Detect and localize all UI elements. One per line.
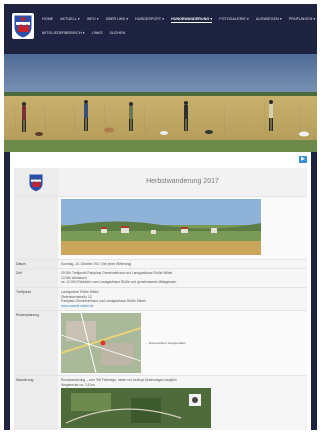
event-details-table: Herbstwanderung 2017 Datum Sonntag, 15. …: [14, 168, 307, 430]
treffpunkt-row: Treffpunkt Landgasthof Rößle Wildel Diet…: [14, 287, 307, 312]
nav-item-info[interactable]: INFO ▾: [87, 17, 99, 23]
nav-item-home[interactable]: HOME: [42, 17, 53, 23]
zeit-row: Zeit 09:30h Treffpunkt Parkplatz Gemeind…: [14, 269, 307, 288]
route-map-image[interactable]: [61, 313, 141, 374]
club-logo[interactable]: [12, 13, 34, 39]
zeit-value: 09:30h Treffpunkt Parkplatz Gemeindehaus…: [58, 269, 307, 287]
wanderung-label: Wanderung: [14, 376, 58, 430]
hiking-route-satellite-image: [61, 387, 211, 428]
nav-item-fotogalerie[interactable]: FOTOGALERIE ▾: [219, 17, 249, 23]
hero-banner-image: [4, 54, 317, 152]
nav-item-aktuell[interactable]: AKTUELL ▾: [60, 17, 80, 23]
routenplanung-label: Routenplanung: [14, 311, 58, 376]
nav-item-hundesport[interactable]: HUNDESPORT ▾: [135, 17, 164, 23]
title-row: Herbstwanderung 2017: [14, 168, 307, 197]
treffpunkt-value: Landgasthof Rößle Wildel Dietenbachstraß…: [58, 287, 307, 311]
wanderung-value: Rundwanderung – zum Teil Feldwege, daher…: [58, 376, 307, 430]
main-navigation: HOME AKTUELL ▾ INFO ▾ ÜBER UNS ▾ HUNDESP…: [4, 4, 317, 54]
nav-item-links[interactable]: LINKS: [92, 31, 103, 35]
routenplaner-note[interactable]: ← Routenplaner Google-Maps: [145, 341, 186, 346]
nav-item-mitgliederbereich[interactable]: MITGLIEDERBEREICH ▾: [42, 31, 85, 35]
content-panel: ▶ Herbstwanderung 2017 Datum Sonntag, 15…: [10, 152, 311, 430]
restaurant-link[interactable]: www.roessle-wildel.de: [61, 304, 304, 309]
datum-value: Sonntag, 15. Oktober 2017 (bei jeder Wit…: [58, 259, 307, 269]
nav-item-pruefungen[interactable]: PRÜFUNGEN ▾: [289, 17, 316, 23]
treffpunkt-label: Treffpunkt: [14, 287, 58, 311]
page-title: Herbstwanderung 2017: [58, 168, 307, 196]
browser-frame: HOME AKTUELL ▾ INFO ▾ ÜBER UNS ▾ HUNDESP…: [4, 4, 317, 430]
play-icon[interactable]: ▶: [299, 156, 307, 163]
logo-cell: [14, 168, 58, 196]
photo-row: [14, 197, 307, 260]
event-photo-cell: [58, 197, 307, 259]
datum-row: Datum Sonntag, 15. Oktober 2017 (bei jed…: [14, 259, 307, 270]
nav-item-auswiegen[interactable]: AUSWIEGEN ▾: [256, 17, 282, 23]
nav-item-hundewanderung[interactable]: HUNDEWANDERUNG ▾: [171, 17, 213, 23]
zeit-label: Zeit: [14, 269, 58, 287]
routenplanung-value: ← Routenplaner Google-Maps: [58, 311, 307, 376]
club-emblem-icon: [29, 174, 43, 191]
village-panorama-image: [61, 199, 261, 255]
wanderung-row: Wanderung Rundwanderung – zum Teil Feldw…: [14, 376, 307, 430]
datum-label: Datum: [14, 259, 58, 269]
nav-item-ueber-uns[interactable]: ÜBER UNS ▾: [106, 17, 128, 23]
nav-row-primary: HOME AKTUELL ▾ INFO ▾ ÜBER UNS ▾ HUNDESP…: [42, 17, 317, 23]
routenplanung-row: Routenplanung ← Routenplaner Google-Maps: [14, 311, 307, 377]
nav-row-secondary: MITGLIEDERBEREICH ▾ LINKS SUCHEN: [42, 31, 132, 35]
nav-item-suchen[interactable]: SUCHEN: [110, 31, 126, 35]
